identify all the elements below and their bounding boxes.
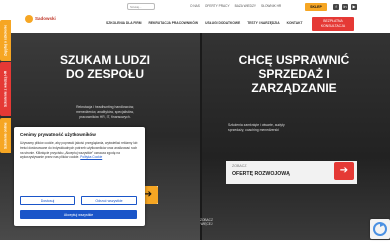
logo-mark-icon bbox=[25, 15, 33, 23]
hero-left-description: Rekrutacja i headhunting handlowców, men… bbox=[76, 105, 134, 119]
top-link-about[interactable]: O NAS bbox=[190, 4, 200, 8]
cookie-customize-button[interactable]: Dostosuj bbox=[20, 196, 75, 205]
top-links: O NAS OFERTY PRACY BAZA WIEDZY SŁOWNIK H… bbox=[190, 4, 281, 8]
nav-item-trainings[interactable]: SZKOLENIA DLA FIRM bbox=[106, 21, 141, 25]
logo-text: Sadowski bbox=[35, 16, 56, 22]
main-nav: SZKOLENIA DLA FIRM REKRUTACJA PRACOWNIKÓ… bbox=[106, 21, 302, 25]
top-link-jobs[interactable]: OFERTY PRACY bbox=[205, 4, 230, 8]
hero-right-description: Szkolenia zamknięte i otwarte, audyty sp… bbox=[228, 123, 285, 132]
search-input[interactable]: Szukaj... bbox=[127, 3, 155, 10]
hero-left-title: SZUKAM LUDZI DO ZESPOŁU bbox=[60, 53, 150, 81]
free-consultation-button[interactable]: BEZPŁATNA KONSULTACJA bbox=[312, 17, 354, 31]
hero-divider bbox=[200, 33, 202, 240]
cookie-title: Cenimy prywatność użytkowników bbox=[20, 132, 96, 137]
scroll-hint[interactable]: ZOBACZ WIĘCEJ bbox=[200, 218, 213, 226]
facebook-icon[interactable]: f bbox=[333, 4, 339, 10]
cookie-policy-link[interactable]: Polityka Cookie bbox=[80, 155, 102, 159]
side-tab-hr-training[interactable]: Szkolenie z wiedzą HR bbox=[0, 62, 11, 116]
recaptcha-icon bbox=[373, 222, 387, 236]
nav-item-contact[interactable]: KONTAKT bbox=[287, 21, 303, 25]
cookie-body: Używamy plików cookie, aby poprawić jako… bbox=[20, 141, 138, 160]
nav-item-tests[interactable]: TESTY I NARZĘDZIA bbox=[247, 21, 279, 25]
right-cta-small: ZOBACZ bbox=[232, 164, 247, 168]
youtube-icon[interactable]: ▶ bbox=[351, 4, 357, 10]
shop-button[interactable]: SKLEP bbox=[305, 3, 327, 11]
side-tab-ask-training[interactable]: Zapytaj o szkolenie bbox=[0, 20, 11, 61]
cookie-body-text: Używamy plików cookie, aby poprawić jako… bbox=[20, 141, 138, 160]
linkedin-icon[interactable]: in bbox=[342, 4, 348, 10]
cookie-reject-button[interactable]: Odrzuć wszystkie bbox=[81, 196, 137, 205]
right-cta-label: OFERTĘ ROZWOJOWĄ bbox=[232, 171, 290, 177]
top-link-knowledge[interactable]: BAZA WIEDZY bbox=[235, 4, 256, 8]
top-link-dictionary[interactable]: SŁOWNIK HR bbox=[261, 4, 281, 8]
recaptcha-badge[interactable] bbox=[370, 219, 390, 239]
side-tab-online-training[interactable]: Szkolenie online bbox=[0, 118, 11, 153]
hero-right-title: CHCĘ USPRAWNIĆ SPRZEDAŻ I ZARZĄDZANIE bbox=[238, 53, 350, 95]
right-arrow-icon[interactable]: ➔ bbox=[334, 162, 354, 180]
logo[interactable]: Sadowski bbox=[25, 15, 56, 23]
nav-item-recruitment[interactable]: REKRUTACJA PRACOWNIKÓW bbox=[148, 21, 198, 25]
consult-label-2: KONSULTACJA bbox=[320, 23, 346, 28]
nav-item-services[interactable]: USŁUGI DODATKOWE bbox=[205, 21, 240, 25]
cookie-accept-button[interactable]: Akceptuj wszystkie bbox=[20, 210, 137, 219]
